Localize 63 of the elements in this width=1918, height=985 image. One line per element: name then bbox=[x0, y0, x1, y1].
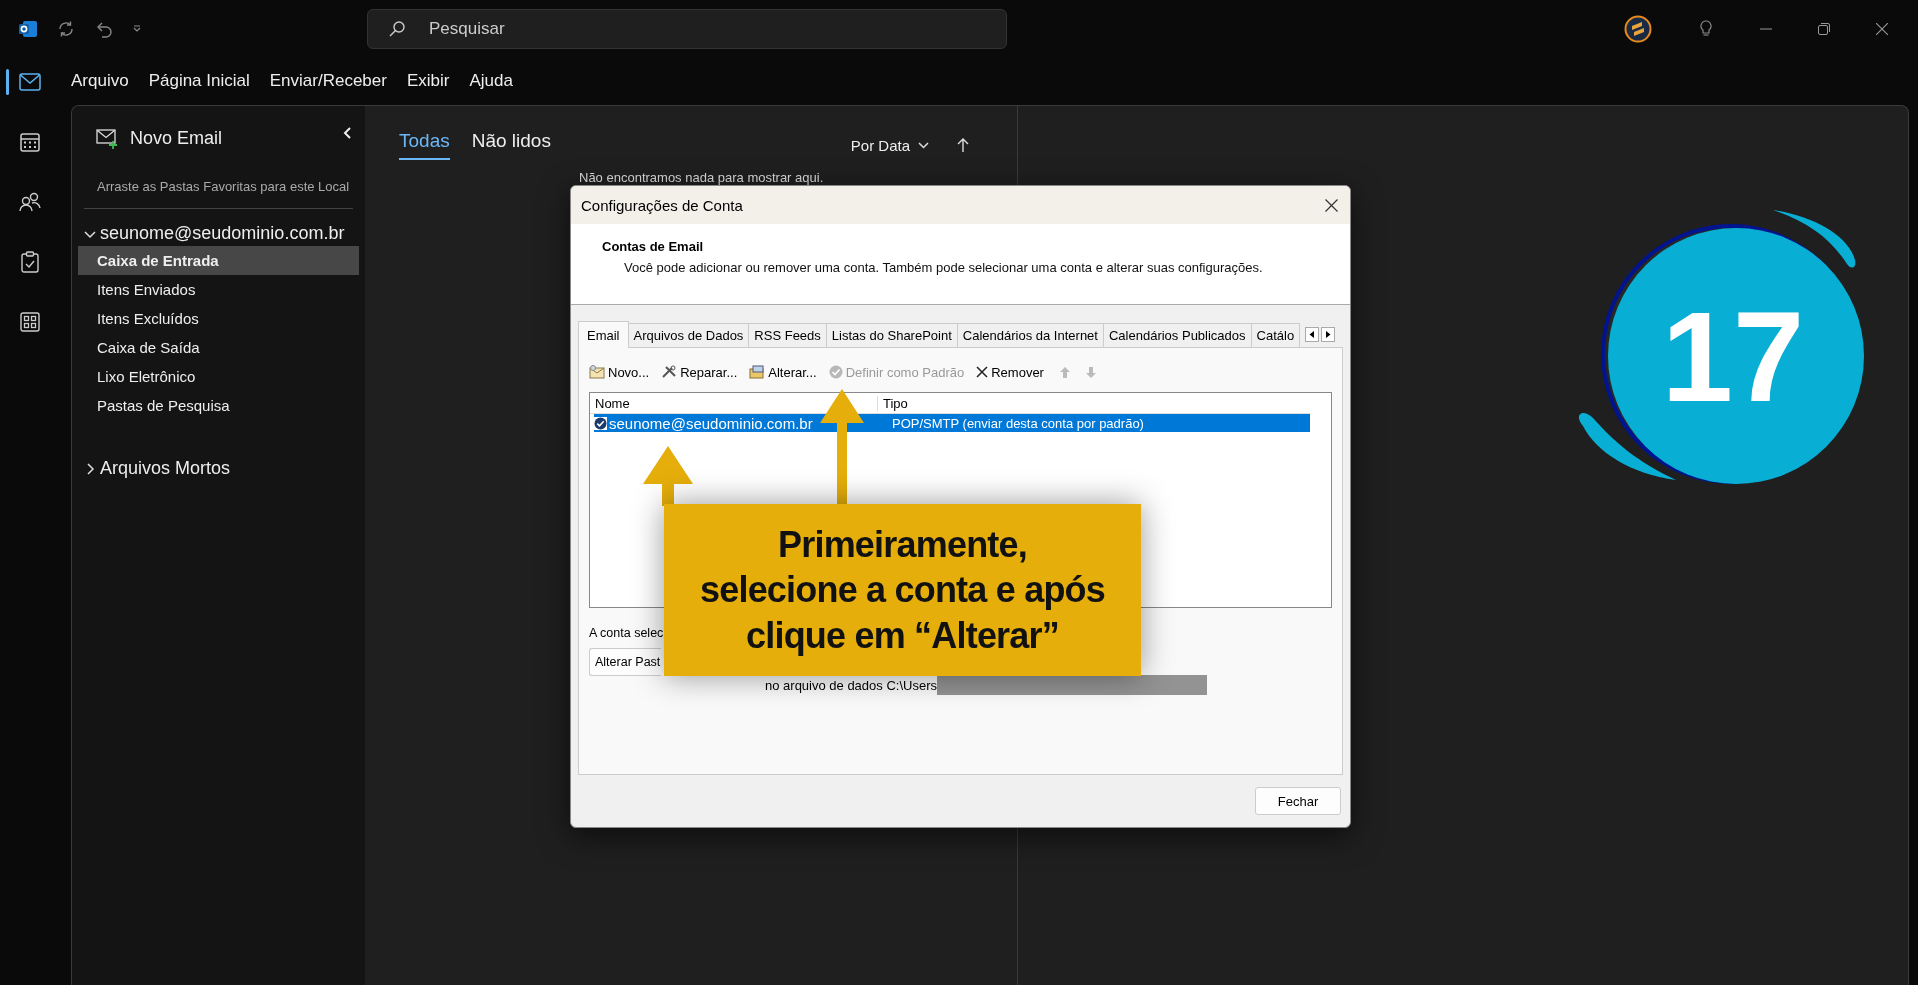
selected-account-text: A conta selec bbox=[589, 626, 664, 640]
section-heading: Contas de Email bbox=[602, 239, 705, 254]
account-item[interactable]: Arquivos Mortos bbox=[78, 456, 359, 481]
dialog-tab[interactable]: Catálo bbox=[1250, 323, 1301, 347]
menu-item[interactable]: Ajuda bbox=[467, 67, 515, 95]
folder-item[interactable]: Lixo Eletrônico bbox=[78, 362, 359, 391]
folder-item[interactable]: Pastas de Pesquisa bbox=[78, 391, 359, 420]
menu-item[interactable]: Página Inicial bbox=[146, 67, 252, 95]
favorites-hint: Arraste as Pastas Favoritas para este Local bbox=[96, 178, 351, 194]
folder-item[interactable]: Itens Excluídos bbox=[78, 304, 359, 333]
close-button[interactable]: Fechar bbox=[1255, 787, 1341, 815]
sort-dropdown[interactable]: Por Data bbox=[850, 136, 929, 154]
apps-icon bbox=[19, 312, 40, 332]
clipboard-check-icon bbox=[20, 251, 39, 273]
pointer-arrow bbox=[642, 446, 694, 506]
sort-direction-icon[interactable] bbox=[957, 137, 969, 153]
account-type: POP/SMTP (enviar desta conta por padrão) bbox=[891, 415, 1144, 431]
column-header[interactable]: Tipo bbox=[878, 395, 908, 411]
toolbar-button[interactable]: Reparar... bbox=[661, 364, 738, 380]
change-folder-button[interactable]: Alterar Past bbox=[589, 648, 661, 676]
close-icon[interactable] bbox=[1325, 198, 1338, 212]
dialog-title: Configurações de Conta bbox=[581, 196, 743, 214]
people-icon bbox=[18, 192, 41, 212]
close-icon[interactable] bbox=[1876, 22, 1888, 35]
check-circle-icon bbox=[828, 365, 843, 379]
toolbar-button[interactable]: Novo... bbox=[589, 364, 650, 380]
menu-item[interactable]: Arquivo bbox=[69, 67, 131, 95]
calendar-icon bbox=[19, 132, 40, 152]
scroll-right-icon[interactable] bbox=[1321, 327, 1335, 342]
data-file-text: no arquivo de dados C:\Users bbox=[765, 677, 937, 693]
tools-icon bbox=[661, 365, 678, 379]
folder-item[interactable]: Caixa de Saída bbox=[78, 333, 359, 362]
collapse-icon[interactable] bbox=[343, 126, 351, 139]
lightbulb-icon[interactable] bbox=[1698, 19, 1714, 38]
new-mail-icon bbox=[96, 128, 118, 149]
mail-icon bbox=[18, 73, 41, 91]
envelope-icon bbox=[589, 365, 605, 379]
section-description: Você pode adicionar ou remover uma conta. Também pode selecionar uma conta e alterar suas configurações. bbox=[623, 259, 1264, 275]
folder-item[interactable]: Caixa de Entrada bbox=[78, 246, 359, 275]
default-check-icon bbox=[594, 416, 607, 430]
menu-item[interactable]: Enviar/Receber bbox=[267, 67, 389, 95]
dialog-tab[interactable]: Email bbox=[578, 321, 629, 348]
folder-settings-icon bbox=[749, 365, 766, 379]
empty-message: Não encontramos nada para mostrar aqui. bbox=[578, 169, 825, 185]
chevron-down-icon bbox=[918, 141, 929, 149]
new-email-button[interactable]: Novo Email bbox=[96, 124, 223, 153]
account-item[interactable]: seunome@seudominio.com.br bbox=[78, 221, 359, 246]
x-icon bbox=[976, 366, 989, 378]
scroll-left-icon[interactable] bbox=[1305, 327, 1319, 342]
folder-item[interactable]: Itens Enviados bbox=[78, 275, 359, 304]
restore-icon[interactable] bbox=[1818, 22, 1830, 35]
search-field[interactable]: Pesquisar bbox=[367, 8, 1007, 49]
outlook-logo-icon bbox=[18, 18, 38, 39]
menu-item[interactable]: Exibir bbox=[404, 67, 452, 95]
avatar-icon[interactable] bbox=[1624, 14, 1652, 43]
search-icon bbox=[388, 19, 406, 38]
minimize-icon[interactable] bbox=[1760, 27, 1772, 30]
toolbar-button[interactable]: Remover bbox=[976, 364, 1044, 380]
toolbar-button[interactable]: Alterar... bbox=[749, 364, 817, 380]
filter-tab[interactable]: Todas bbox=[399, 130, 450, 160]
filter-tab[interactable]: Não lidos bbox=[471, 130, 551, 160]
instruction-callout: Primeiramente, selecione a conta e após clique em “Alterar” bbox=[664, 504, 1141, 676]
caret-icon[interactable] bbox=[132, 23, 142, 34]
